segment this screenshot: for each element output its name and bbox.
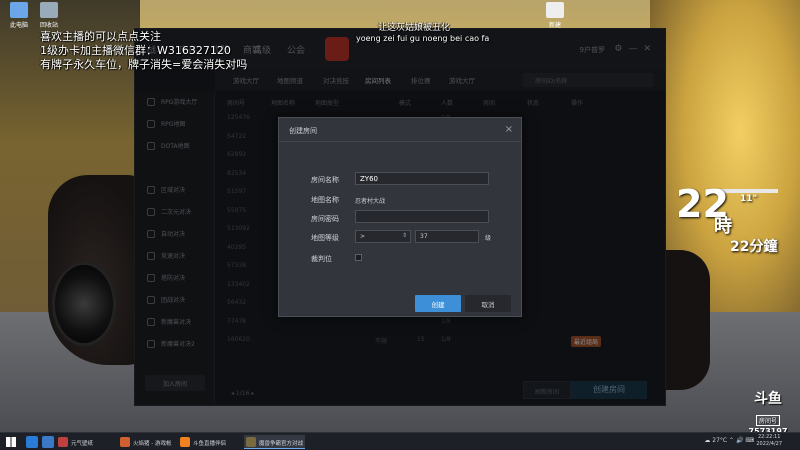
desktop-icon-recycle-bin[interactable]: 回收站 (34, 2, 64, 29)
douyu-watermark: 斗鱼 房间号 7573197 (744, 388, 792, 436)
taskbar-app-douyu[interactable]: 斗鱼直播伴侣 (178, 435, 228, 449)
windows-start-icon[interactable] (6, 437, 16, 447)
douyu-app-icon (180, 437, 190, 447)
close-icon[interactable]: × (505, 124, 513, 135)
clock-hour-suffix: 時 (714, 216, 732, 237)
map-name-value: 忍者村大战 (355, 198, 386, 205)
huoyan-app-icon (120, 437, 130, 447)
computer-icon (10, 2, 28, 18)
password-input[interactable] (355, 210, 489, 223)
create-room-dialog: 创建房间 × 房间名称 地图名称 忍者村大战 房间密码 地图等级 > ⇕ 37 … (278, 117, 522, 317)
confirm-create-button[interactable]: 创建 (415, 295, 461, 312)
document-icon (546, 2, 564, 18)
desktop-icon-new[interactable]: 新建 (540, 2, 570, 29)
judge-checkbox[interactable] (355, 254, 362, 261)
wallpaper-car-wheel (52, 262, 116, 346)
overlay-song-title: 让这灰姑娘被丑化 (378, 23, 451, 33)
tray-icons: ⌃ 🔊 ⌨ (729, 437, 754, 444)
cancel-button[interactable]: 取消 (465, 295, 511, 312)
level-unit: 级 (485, 235, 492, 242)
room-label: 房间号 (755, 415, 780, 426)
recycle-bin-icon (40, 2, 58, 18)
dialog-title: 创建房间 (289, 127, 317, 135)
taskbar-app-warcraft[interactable]: 魔兽争霸官方对战 (244, 435, 306, 449)
clock-minute: 22分鐘 (730, 239, 778, 255)
taskbar-app-wallpaper[interactable]: 元气壁纸 (56, 435, 95, 449)
wallpaper-app-icon (58, 437, 68, 447)
warcraft-app-icon (246, 437, 256, 447)
stepper-icon: ⇕ (401, 232, 407, 239)
temperature: 27°C (712, 437, 728, 444)
map-name-label: 地图名称 (311, 196, 339, 204)
password-label: 房间密码 (311, 215, 339, 223)
level-operator-select[interactable]: > ⇕ (355, 230, 411, 243)
taskbar-app-huoyan[interactable]: 火焰猪 - 游戏帐 (118, 435, 173, 449)
taskbar: 元气壁纸 火焰猪 - 游戏帐 斗鱼直播伴侣 魔兽争霸官方对战 ☁ 27°C ⌃ … (0, 432, 800, 450)
room-name-input[interactable] (355, 172, 489, 185)
douyu-logo: 斗鱼 (754, 391, 782, 407)
level-label: 地图等级 (311, 234, 339, 242)
level-input[interactable]: 37 (415, 230, 479, 243)
overlay-line-3: 有牌子永久车位，牌子消失=爱会消失对吗 (40, 58, 248, 71)
clock-second: 11" (740, 194, 758, 204)
overlay-song-lyric: yoeng zei fui gu noeng bei cao fa (356, 34, 490, 43)
explorer-icon[interactable] (42, 436, 54, 448)
judge-label: 裁判位 (311, 255, 332, 263)
taskbar-clock[interactable]: 22:22:11 2022/4/27 (756, 434, 782, 448)
room-name-label: 房间名称 (311, 176, 339, 184)
weather-icon: ☁ (704, 437, 711, 444)
system-tray[interactable]: ☁ 27°C ⌃ 🔊 ⌨ (704, 437, 754, 444)
edge-icon[interactable] (26, 436, 38, 448)
desktop-icon-this-pc[interactable]: 此电脑 (4, 2, 34, 29)
dialog-header: 创建房间 × (279, 118, 521, 142)
